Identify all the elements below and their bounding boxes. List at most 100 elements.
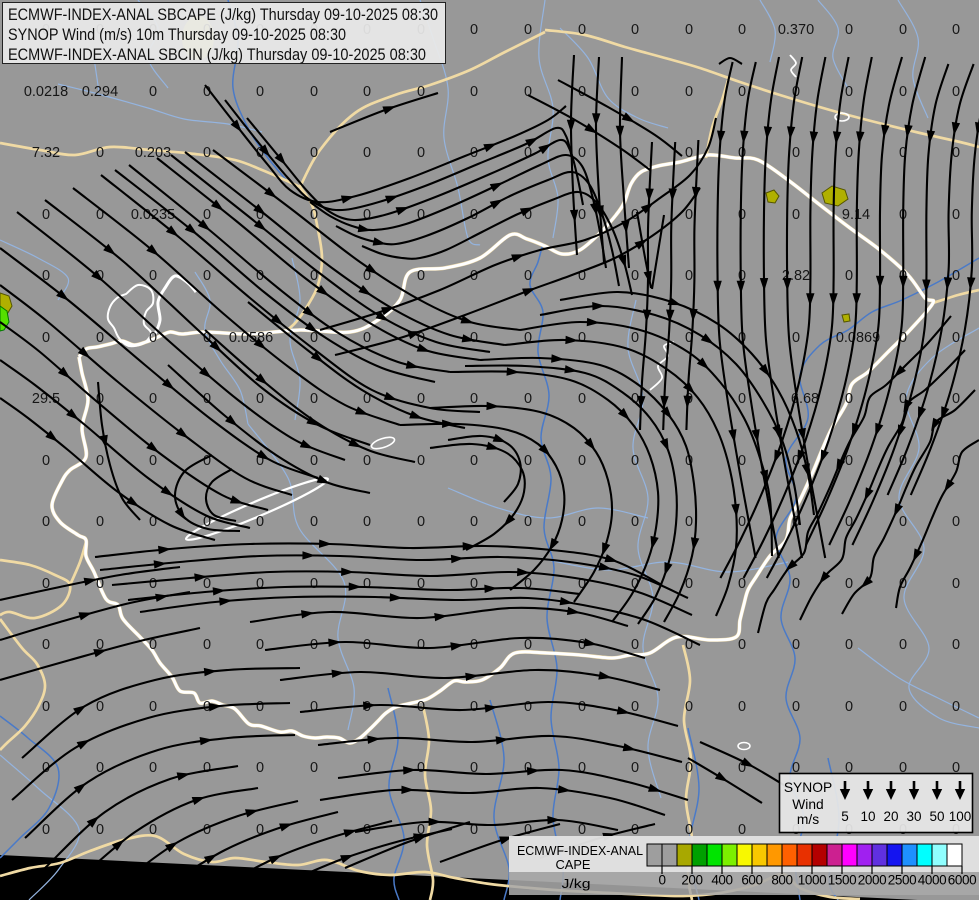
- svg-text:0: 0: [203, 268, 211, 284]
- svg-text:0: 0: [738, 822, 746, 838]
- svg-text:0: 0: [203, 576, 211, 592]
- svg-text:0: 0: [149, 699, 157, 715]
- svg-text:0: 0: [310, 576, 318, 592]
- svg-text:0: 0: [899, 637, 907, 653]
- svg-text:50: 50: [929, 809, 944, 824]
- svg-text:0: 0: [738, 391, 746, 407]
- svg-text:0: 0: [952, 268, 960, 284]
- svg-text:0: 0: [631, 84, 639, 100]
- svg-text:0: 0: [310, 822, 318, 838]
- svg-text:0: 0: [42, 453, 50, 469]
- svg-text:0: 0: [685, 22, 693, 38]
- svg-text:0: 0: [952, 699, 960, 715]
- svg-text:0: 0: [149, 391, 157, 407]
- svg-text:SYNOP Wind (m/s) 10m Thursday: SYNOP Wind (m/s) 10m Thursday 09-10-2025…: [8, 26, 346, 44]
- svg-text:0: 0: [792, 207, 800, 223]
- svg-text:0: 0: [658, 873, 665, 888]
- svg-text:0: 0: [738, 699, 746, 715]
- svg-text:0: 0: [96, 330, 104, 346]
- svg-text:0: 0: [631, 514, 639, 530]
- svg-text:0: 0: [256, 760, 264, 776]
- svg-text:0: 0: [149, 822, 157, 838]
- svg-text:0: 0: [578, 145, 586, 161]
- svg-text:CAPE: CAPE: [556, 857, 591, 872]
- svg-text:0: 0: [952, 514, 960, 530]
- svg-text:600: 600: [741, 873, 762, 888]
- svg-text:0: 0: [310, 391, 318, 407]
- svg-text:0: 0: [149, 453, 157, 469]
- svg-text:0: 0: [42, 330, 50, 346]
- svg-text:0: 0: [470, 453, 478, 469]
- svg-text:200: 200: [681, 873, 702, 888]
- svg-text:0: 0: [578, 391, 586, 407]
- svg-text:0: 0: [631, 22, 639, 38]
- svg-text:100: 100: [949, 809, 972, 824]
- svg-text:0.294: 0.294: [82, 84, 118, 100]
- svg-text:0: 0: [470, 514, 478, 530]
- svg-text:ECMWF-INDEX-ANAL SBCIN (J/kg): ECMWF-INDEX-ANAL SBCIN (J/kg) Thursday 0…: [8, 46, 426, 64]
- svg-text:0: 0: [256, 391, 264, 407]
- svg-text:SYNOP: SYNOP: [784, 780, 832, 795]
- svg-text:0: 0: [792, 330, 800, 346]
- svg-text:0.203: 0.203: [135, 145, 171, 161]
- svg-text:0: 0: [470, 637, 478, 653]
- svg-text:0: 0: [738, 22, 746, 38]
- svg-text:0: 0: [149, 330, 157, 346]
- svg-text:0.0218: 0.0218: [24, 84, 68, 100]
- svg-text:0: 0: [310, 453, 318, 469]
- svg-text:0: 0: [417, 637, 425, 653]
- svg-text:0: 0: [899, 699, 907, 715]
- svg-text:0: 0: [631, 453, 639, 469]
- svg-text:0: 0: [631, 760, 639, 776]
- svg-text:m/s: m/s: [797, 812, 819, 827]
- svg-text:0: 0: [96, 145, 104, 161]
- svg-text:0: 0: [845, 637, 853, 653]
- svg-text:0: 0: [470, 391, 478, 407]
- svg-text:0: 0: [310, 84, 318, 100]
- svg-text:0: 0: [470, 330, 478, 346]
- svg-text:0: 0: [952, 84, 960, 100]
- svg-text:0: 0: [310, 145, 318, 161]
- svg-text:0: 0: [578, 207, 586, 223]
- svg-text:0: 0: [310, 760, 318, 776]
- svg-text:0: 0: [792, 576, 800, 592]
- svg-text:0: 0: [256, 699, 264, 715]
- svg-text:0: 0: [738, 576, 746, 592]
- svg-text:7.32: 7.32: [32, 145, 60, 161]
- svg-text:0: 0: [738, 207, 746, 223]
- svg-text:0: 0: [256, 576, 264, 592]
- svg-text:0: 0: [952, 391, 960, 407]
- svg-text:0: 0: [578, 699, 586, 715]
- svg-text:10: 10: [860, 809, 875, 824]
- svg-text:0: 0: [952, 637, 960, 653]
- svg-text:0: 0: [256, 637, 264, 653]
- svg-text:0: 0: [42, 822, 50, 838]
- svg-text:4000: 4000: [918, 873, 946, 888]
- svg-text:0: 0: [149, 760, 157, 776]
- svg-text:1000: 1000: [798, 873, 826, 888]
- svg-text:1500: 1500: [828, 873, 856, 888]
- svg-text:0: 0: [363, 576, 371, 592]
- svg-text:800: 800: [771, 873, 792, 888]
- svg-text:0: 0: [845, 84, 853, 100]
- svg-text:0.370: 0.370: [778, 22, 814, 38]
- svg-text:0: 0: [845, 391, 853, 407]
- svg-text:0: 0: [417, 760, 425, 776]
- svg-text:0: 0: [149, 84, 157, 100]
- svg-text:0: 0: [417, 453, 425, 469]
- svg-text:0: 0: [96, 453, 104, 469]
- svg-text:0: 0: [845, 22, 853, 38]
- svg-text:0: 0: [685, 699, 693, 715]
- svg-text:0: 0: [524, 822, 532, 838]
- svg-text:20: 20: [883, 809, 898, 824]
- svg-text:0: 0: [738, 637, 746, 653]
- svg-text:0: 0: [524, 637, 532, 653]
- svg-text:0: 0: [952, 330, 960, 346]
- svg-text:0: 0: [845, 145, 853, 161]
- svg-text:0: 0: [42, 207, 50, 223]
- svg-text:0: 0: [952, 22, 960, 38]
- svg-text:5: 5: [841, 809, 849, 824]
- svg-text:0: 0: [524, 514, 532, 530]
- svg-text:0: 0: [417, 268, 425, 284]
- svg-text:0: 0: [203, 760, 211, 776]
